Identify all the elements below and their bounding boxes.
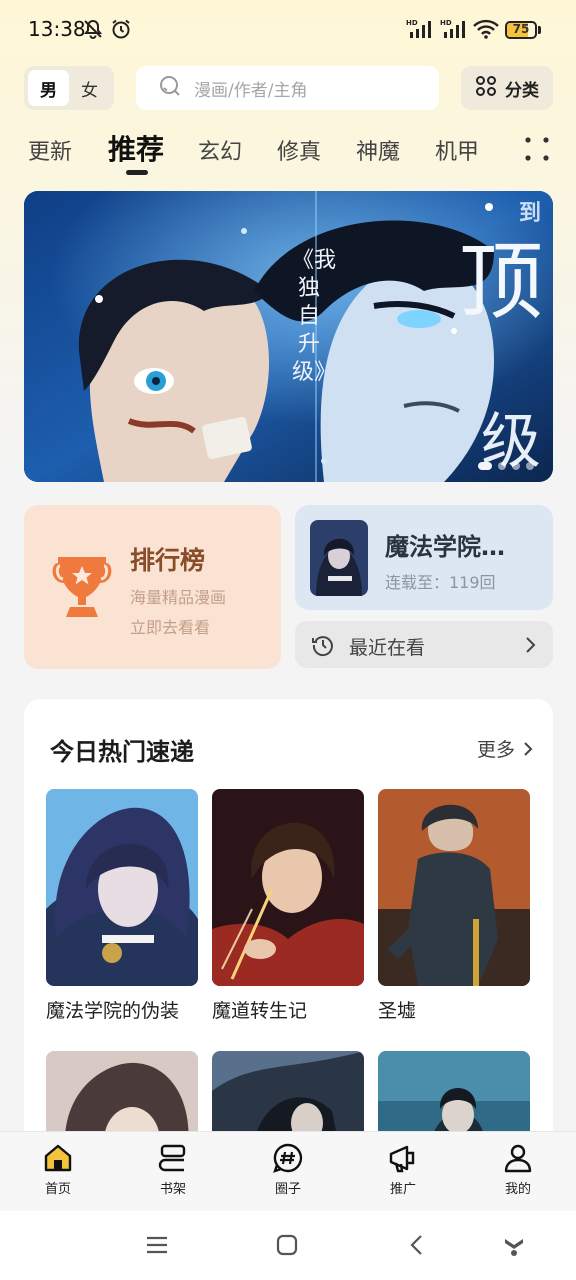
hashtag-chat-icon xyxy=(273,1143,303,1173)
continue-reading-card[interactable]: 魔法学院… 连载至：119回 xyxy=(295,505,553,610)
comic-cover xyxy=(46,789,198,986)
bookshelf-icon xyxy=(158,1144,186,1172)
banner-pagination xyxy=(478,462,534,470)
hot-today-section: 今日热门速递 更多 魔法学院的伪装 魔道转生记 圣墟 xyxy=(24,699,553,1161)
category-tabs: 更新 推荐 玄幻 修真 神魔 机甲 xyxy=(28,128,508,178)
banner-dot xyxy=(512,462,520,470)
megaphone-icon xyxy=(389,1145,415,1173)
user-icon xyxy=(504,1144,532,1173)
nav-promote[interactable]: 推广 xyxy=(363,1142,443,1197)
banner-dot xyxy=(526,462,534,470)
battery-icon: 75 xyxy=(505,21,541,39)
recent-reading-button[interactable]: 最近在看 xyxy=(295,621,553,668)
chevron-right-icon xyxy=(524,741,533,756)
continue-reading-progress: 连载至：119回 xyxy=(385,573,496,592)
nav-label: 推广 xyxy=(389,1182,416,1197)
comic-card[interactable]: 圣墟 xyxy=(378,789,530,1023)
gender-female-option[interactable]: 女 xyxy=(69,70,110,106)
tab-xiuzhen[interactable]: 修真 xyxy=(277,134,321,166)
svg-text:HD: HD xyxy=(406,19,418,27)
active-tab-indicator xyxy=(126,170,148,175)
status-time: 13:38 xyxy=(28,17,86,41)
comic-title: 魔法学院的伪装 xyxy=(46,1000,180,1022)
recent-reading-label: 最近在看 xyxy=(349,637,426,659)
tab-shenmo[interactable]: 神魔 xyxy=(356,134,400,166)
banner-big-text-1: 顶 xyxy=(458,233,543,331)
comic-title: 魔道转生记 xyxy=(212,1000,308,1022)
ranking-cta: 立即去看看 xyxy=(130,618,211,637)
section-title: 今日热门速递 xyxy=(50,738,194,766)
banner-dot-active xyxy=(478,462,492,470)
back-icon[interactable] xyxy=(405,1233,429,1261)
tab-jijia[interactable]: 机甲 xyxy=(435,134,479,166)
signal-icon-2: HD xyxy=(440,18,470,44)
system-navigation-bar xyxy=(0,1211,576,1280)
nav-label: 我的 xyxy=(504,1182,531,1197)
more-link[interactable]: 更多 xyxy=(477,735,533,762)
nav-profile[interactable]: 我的 xyxy=(478,1142,558,1197)
nav-label: 圈子 xyxy=(274,1182,301,1197)
ranking-title: 排行榜 xyxy=(130,546,206,575)
svg-text:HD: HD xyxy=(440,19,452,27)
continue-reading-title: 魔法学院… xyxy=(385,533,505,561)
nav-label: 书架 xyxy=(159,1182,186,1197)
bottom-navigation: 首页 书架 圈子 推广 我的 xyxy=(0,1131,576,1211)
grid-icon xyxy=(475,75,497,101)
comic-card[interactable]: 魔法学院的伪装 xyxy=(46,789,198,1023)
alarm-icon xyxy=(110,18,132,44)
nav-community[interactable]: 圈子 xyxy=(248,1142,328,1197)
featured-banner[interactable]: 到 顶 级 《我独自升级》 xyxy=(24,191,553,482)
chevron-right-icon xyxy=(525,636,537,658)
status-bar: 13:38 HD HD 75 xyxy=(0,0,576,60)
ranking-card[interactable]: 排行榜 海量精品漫画 立即去看看 xyxy=(24,505,281,669)
ranking-subtitle: 海量精品漫画 xyxy=(130,588,227,607)
comic-card[interactable]: 魔道转生记 xyxy=(212,789,364,1023)
search-input[interactable]: 漫画/作者/主角 xyxy=(136,66,439,110)
more-tabs-icon[interactable] xyxy=(524,136,550,166)
gender-toggle: 男 女 xyxy=(24,66,114,110)
nav-home[interactable]: 首页 xyxy=(18,1142,98,1197)
search-icon xyxy=(158,74,182,102)
assistant-icon[interactable] xyxy=(502,1233,526,1261)
search-placeholder: 漫画/作者/主角 xyxy=(194,80,308,101)
tab-update[interactable]: 更新 xyxy=(28,134,72,166)
nav-label: 首页 xyxy=(44,1182,71,1197)
trophy-icon xyxy=(48,549,116,625)
continue-reading-cover xyxy=(310,520,368,596)
comic-title: 圣墟 xyxy=(378,1000,417,1022)
history-icon xyxy=(311,633,335,661)
gender-male-option[interactable]: 男 xyxy=(28,70,69,106)
home-icon xyxy=(44,1144,72,1172)
banner-title: 《我独自升级》 xyxy=(292,248,337,385)
home-button-icon[interactable] xyxy=(275,1233,299,1261)
tab-recommend[interactable]: 推荐 xyxy=(108,128,164,168)
bell-muted-icon xyxy=(82,18,104,44)
comic-cover xyxy=(378,789,530,986)
battery-level: 75 xyxy=(512,22,530,36)
category-button[interactable]: 分类 xyxy=(461,66,553,110)
tab-xuanhuan[interactable]: 玄幻 xyxy=(198,134,242,166)
comic-cover xyxy=(212,789,364,986)
nav-bookshelf[interactable]: 书架 xyxy=(133,1142,213,1197)
menu-icon[interactable] xyxy=(145,1233,169,1261)
signal-icon: HD xyxy=(406,18,436,44)
banner-dot xyxy=(498,462,506,470)
wifi-icon xyxy=(472,18,500,44)
more-label: 更多 xyxy=(476,739,515,761)
category-label: 分类 xyxy=(505,80,539,101)
